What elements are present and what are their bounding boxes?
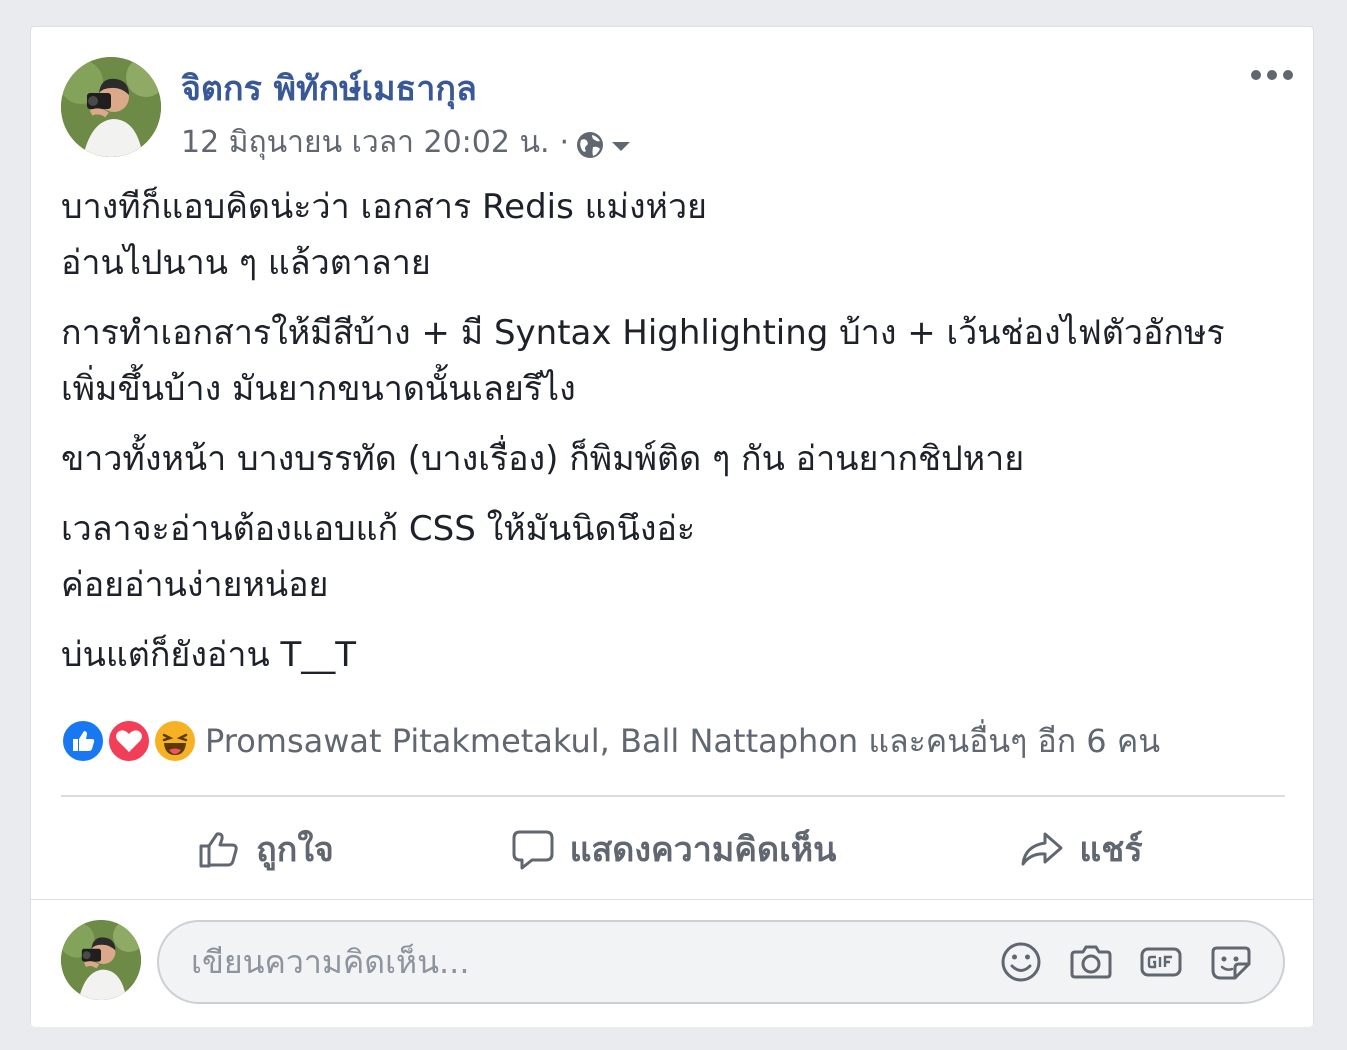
like-icon [61, 719, 105, 763]
post-meta: 12 มิถุนายน เวลา 20:02 น. · [181, 119, 633, 166]
privacy-dropdown-icon[interactable] [609, 130, 633, 160]
comment-button[interactable]: แสดงความคิดเห็น [469, 809, 877, 889]
post-paragraph: การทำเอกสารให้มีสีบ้าง + มี Syntax Highl… [61, 313, 1225, 409]
comment-section [31, 899, 1313, 1027]
like-label: ถูกใจ [256, 830, 334, 870]
comment-icon [512, 830, 554, 870]
comment-box[interactable] [157, 920, 1285, 1004]
love-icon [107, 719, 151, 763]
share-button[interactable]: แชร์ [877, 809, 1285, 889]
thumbs-up-icon [199, 832, 238, 868]
post-paragraph: ขาวทั้งหน้า บางบรรทัด (บางเรื่อง) ก็พิมพ… [61, 439, 1025, 479]
post-body: บางทีก็แอบคิดน่ะว่า เอกสาร Redis แม่งห่ว… [61, 179, 1281, 697]
more-options-icon[interactable] [1249, 65, 1295, 85]
post-paragraph: เวลาจะอ่านต้องแอบแก้ CSS ให้มันนิดนึงอ่ะ… [61, 509, 696, 605]
share-label: แชร์ [1079, 830, 1143, 870]
post-paragraph: บ่นแต่ก็ยังอ่าน T__T [61, 635, 357, 675]
author-name[interactable]: จิตกร พิทักษ์เมธากุล [181, 61, 477, 115]
gif-icon[interactable] [1139, 936, 1183, 988]
post-paragraph: บางทีก็แอบคิดน่ะว่า เอกสาร Redis แม่งห่ว… [61, 187, 707, 283]
reactions-summary[interactable]: Promsawat Pitakmetakul, Ball Nattaphon แ… [205, 716, 1160, 767]
haha-icon [153, 719, 197, 763]
post-card: จิตกร พิทักษ์เมธากุล 12 มิถุนายน เวลา 20… [30, 26, 1314, 1027]
divider [61, 795, 1285, 797]
reactions-bar[interactable]: Promsawat Pitakmetakul, Ball Nattaphon แ… [61, 719, 1160, 763]
camera-icon[interactable] [1069, 936, 1113, 988]
comment-tools [999, 936, 1253, 988]
comment-label: แสดงความคิดเห็น [569, 830, 837, 870]
share-icon [1021, 832, 1063, 866]
meta-separator: · [559, 125, 570, 160]
emoji-icon[interactable] [999, 936, 1043, 988]
author-avatar[interactable] [61, 57, 161, 157]
comment-input[interactable] [189, 942, 973, 982]
post-timestamp[interactable]: 12 มิถุนายน เวลา 20:02 น. [181, 119, 550, 166]
viewer-avatar[interactable] [61, 920, 141, 1000]
reaction-icons [61, 719, 201, 763]
sticker-icon[interactable] [1209, 936, 1253, 988]
like-button[interactable]: ถูกใจ [61, 809, 469, 889]
globe-icon [575, 130, 605, 160]
post-actions: ถูกใจ แสดงความคิดเห็น แชร์ [61, 809, 1285, 889]
